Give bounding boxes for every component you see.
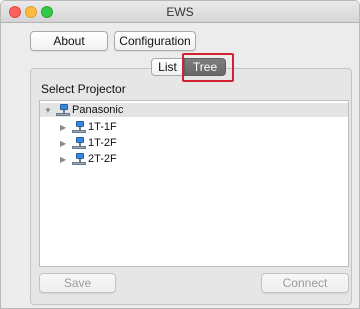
triangle-right-icon[interactable]: ▶ <box>60 123 70 132</box>
list-view-segment[interactable]: List <box>151 58 184 76</box>
tree-view-segment[interactable]: Tree <box>184 58 226 76</box>
tree-child-label: 1T-1F <box>88 121 117 133</box>
network-projector-icon <box>56 103 70 117</box>
title-bar: EWS <box>1 1 359 23</box>
tree-child-row[interactable]: ▶ 2T-2F <box>40 152 117 166</box>
triangle-down-icon[interactable]: ▼ <box>44 106 54 115</box>
app-window: EWS About Configuration List Tree Select… <box>0 0 360 309</box>
tree-root-label: Panasonic <box>72 104 124 116</box>
network-projector-icon <box>72 120 86 134</box>
view-toggle: List Tree <box>151 58 226 78</box>
projector-tree[interactable]: ▼ Panasonic ▶ 1T-1F ▶ 1T-2F ▶ 2T-2F <box>39 100 349 267</box>
about-button[interactable]: About <box>30 31 108 51</box>
tree-root-row[interactable]: ▼ Panasonic <box>40 103 348 117</box>
save-button[interactable]: Save <box>39 273 116 293</box>
tree-child-label: 2T-2F <box>88 153 117 165</box>
window-title: EWS <box>166 5 194 19</box>
network-projector-icon <box>72 136 86 150</box>
network-projector-icon <box>72 152 86 166</box>
tree-child-row[interactable]: ▶ 1T-2F <box>40 136 117 150</box>
tree-child-row[interactable]: ▶ 1T-1F <box>40 120 117 134</box>
triangle-right-icon[interactable]: ▶ <box>60 139 70 148</box>
connect-button[interactable]: Connect <box>261 273 349 293</box>
triangle-right-icon[interactable]: ▶ <box>60 155 70 164</box>
tree-child-label: 1T-2F <box>88 137 117 149</box>
configuration-button[interactable]: Configuration <box>114 31 196 51</box>
select-projector-label: Select Projector <box>41 82 126 96</box>
